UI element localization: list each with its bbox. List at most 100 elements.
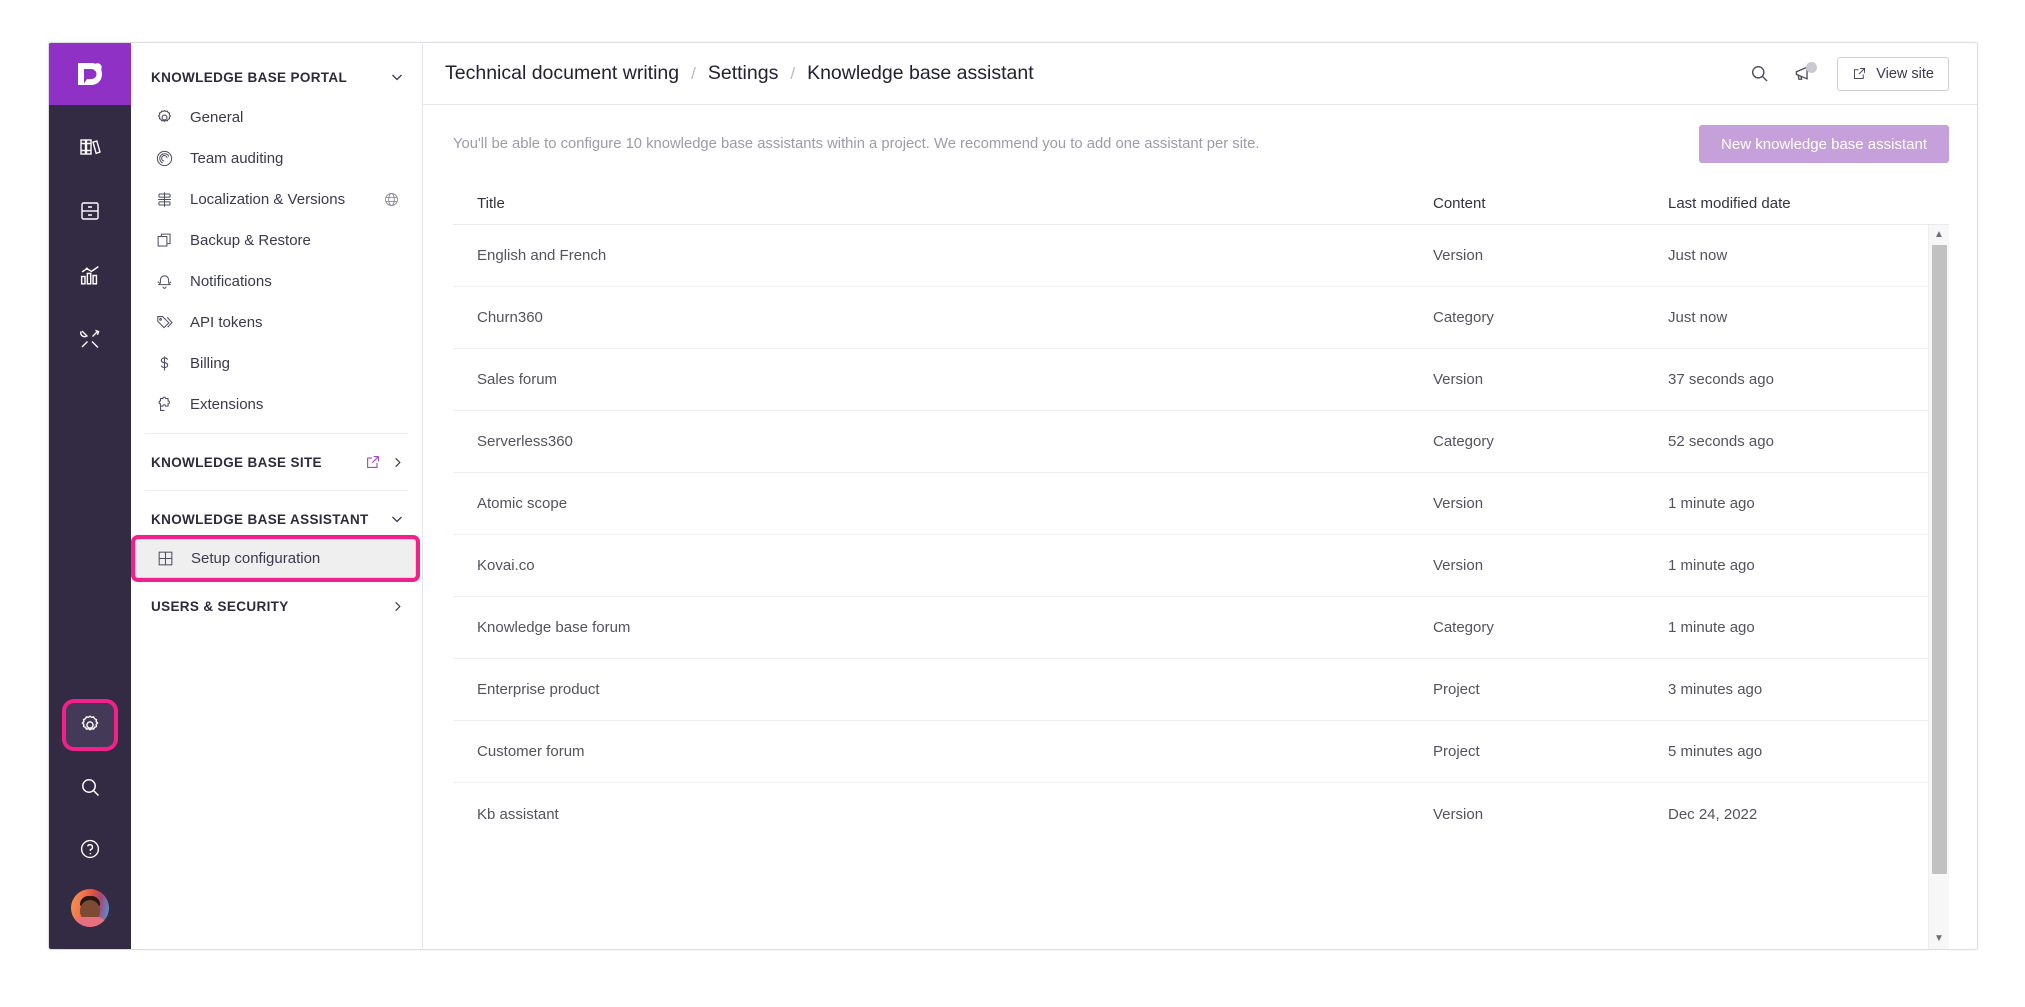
external-link-icon[interactable] <box>365 454 381 470</box>
table-row[interactable]: Churn360 Category Just now <box>453 287 1928 349</box>
chevron-down-icon[interactable] <box>390 512 404 526</box>
sidebar-group-knowledge-base-site[interactable]: KNOWLEDGE BASE SITE <box>131 442 422 482</box>
sidebar-item-label: Localization & Versions <box>190 191 346 208</box>
cell-title: Enterprise product <box>477 681 600 698</box>
column-header-content[interactable]: Content <box>1433 195 1668 212</box>
table-row[interactable]: English and French Version Just now <box>453 225 1928 287</box>
application-window: KNOWLEDGE BASE PORTAL General Team audit… <box>48 42 1978 950</box>
audit-target-icon <box>153 149 175 168</box>
cell-modified: 52 seconds ago <box>1668 433 1774 450</box>
sidebar-item-label: API tokens <box>190 314 263 331</box>
app-logo[interactable] <box>49 43 131 105</box>
globe-icon[interactable] <box>383 191 422 208</box>
avatar-face <box>74 900 106 927</box>
table-body-wrapper: English and French Version Just now Chur… <box>453 225 1949 949</box>
sidebar-group-knowledge-base-portal[interactable]: KNOWLEDGE BASE PORTAL <box>131 57 422 97</box>
table-row[interactable]: Customer forum Project 5 minutes ago <box>453 721 1928 783</box>
sidebar-item-localization-versions[interactable]: Localization & Versions <box>131 179 422 220</box>
rail-item-analytics[interactable] <box>66 253 114 297</box>
breadcrumb-section[interactable]: Settings <box>708 62 778 85</box>
cell-modified: 1 minute ago <box>1668 557 1755 574</box>
new-knowledge-base-assistant-button[interactable]: New knowledge base assistant <box>1699 125 1949 163</box>
content-panel: You'll be able to configure 10 knowledge… <box>423 105 1977 949</box>
sidebar-item-team-auditing[interactable]: Team auditing <box>131 138 422 179</box>
sidebar-item-extensions[interactable]: Extensions <box>131 384 422 425</box>
sidebar-item-general[interactable]: General <box>131 97 422 138</box>
cell-content: Version <box>1433 371 1484 388</box>
bell-icon <box>153 272 175 291</box>
rail-item-settings[interactable] <box>62 699 118 751</box>
breadcrumb-separator: / <box>790 64 796 83</box>
column-header-title[interactable]: Title <box>453 195 1433 212</box>
sidebar-item-label: Billing <box>190 355 231 372</box>
avatar[interactable] <box>71 889 109 927</box>
localization-icon <box>153 190 175 209</box>
assistants-table-body: English and French Version Just now Chur… <box>453 225 1928 949</box>
table-row[interactable]: Kovai.co Version 1 minute ago <box>453 535 1928 597</box>
sidebar-group-knowledge-base-assistant[interactable]: KNOWLEDGE BASE ASSISTANT <box>131 499 422 539</box>
file-cabinet-icon <box>81 202 99 220</box>
table-row[interactable]: Enterprise product Project 3 minutes ago <box>453 659 1928 721</box>
breadcrumb-page: Knowledge base assistant <box>807 62 1034 84</box>
cell-content: Version <box>1433 557 1484 574</box>
chevron-down-icon[interactable] <box>390 70 404 84</box>
sidebar-group-label: KNOWLEDGE BASE PORTAL <box>151 69 348 85</box>
cell-title: Sales forum <box>477 371 558 388</box>
sidebar-item-label: Setup configuration <box>191 550 321 567</box>
table-row[interactable]: Serverless360 Category 52 seconds ago <box>453 411 1928 473</box>
gear-icon <box>81 715 99 731</box>
sidebar-item-backup-restore[interactable]: Backup & Restore <box>131 220 422 261</box>
topbar-announcements-button[interactable] <box>1792 62 1818 84</box>
sidebar-item-setup-configuration[interactable]: Setup configuration <box>131 535 420 582</box>
cell-modified: Just now <box>1668 309 1728 326</box>
books-icon <box>80 139 101 155</box>
breadcrumb-separator: / <box>691 64 696 83</box>
cell-title: Kovai.co <box>477 557 535 574</box>
cell-title: Churn360 <box>477 309 543 326</box>
topbar-search-button[interactable] <box>1749 63 1770 84</box>
sidebar-item-label: Notifications <box>190 273 272 290</box>
analytics-chart-icon <box>80 265 99 285</box>
search-icon <box>1752 65 1768 82</box>
cell-title: Customer forum <box>477 743 585 760</box>
scrollbar-track[interactable] <box>1929 243 1949 931</box>
gear-icon <box>153 108 175 127</box>
scroll-up-arrow[interactable]: ▲ <box>1934 227 1944 243</box>
notice-text: You'll be able to configure 10 knowledge… <box>453 136 1260 152</box>
table-row[interactable]: Knowledge base forum Category 1 minute a… <box>453 597 1928 659</box>
cell-modified: 1 minute ago <box>1668 495 1755 512</box>
sidebar-item-label: General <box>190 109 244 126</box>
sidebar-group-users-security[interactable]: USERS & SECURITY <box>131 586 422 626</box>
chevron-right-icon[interactable] <box>391 456 404 469</box>
cell-modified: Just now <box>1668 247 1728 264</box>
cell-modified: 3 minutes ago <box>1668 681 1763 698</box>
cell-title: English and French <box>477 247 607 264</box>
sidebar-group-label: KNOWLEDGE BASE ASSISTANT <box>151 511 369 527</box>
cell-title: Knowledge base forum <box>477 619 631 636</box>
table-row[interactable]: Sales forum Version 37 seconds ago <box>453 349 1928 411</box>
search-icon <box>82 779 100 797</box>
rail-item-documentation[interactable] <box>66 125 114 169</box>
sidebar-group-label: USERS & SECURITY <box>151 598 289 614</box>
cell-content: Version <box>1433 495 1484 512</box>
question-circle-icon <box>80 839 100 859</box>
column-header-modified[interactable]: Last modified date <box>1668 195 1928 212</box>
sidebar-item-billing[interactable]: Billing <box>131 343 422 384</box>
view-site-button[interactable]: View site <box>1837 56 1949 91</box>
puzzle-icon <box>153 395 175 414</box>
rail-item-help[interactable] <box>66 827 114 871</box>
table-row[interactable]: Atomic scope Version 1 minute ago <box>453 473 1928 535</box>
settings-sidebar: KNOWLEDGE BASE PORTAL General Team audit… <box>131 43 423 949</box>
table-row[interactable]: Kb assistant Version Dec 24, 2022 <box>453 783 1928 845</box>
breadcrumb-project[interactable]: Technical document writing <box>445 62 679 85</box>
chevron-right-icon[interactable] <box>391 600 404 613</box>
sidebar-item-api-tokens[interactable]: API tokens <box>131 302 422 343</box>
table-scrollbar[interactable]: ▲ ▼ <box>1928 225 1949 949</box>
rail-item-tools[interactable] <box>66 317 114 361</box>
rail-item-search[interactable] <box>66 765 114 809</box>
scrollbar-thumb[interactable] <box>1931 245 1947 875</box>
rail-item-drive[interactable] <box>66 189 114 233</box>
scroll-down-arrow[interactable]: ▼ <box>1934 931 1944 947</box>
sidebar-divider <box>145 433 408 434</box>
sidebar-item-notifications[interactable]: Notifications <box>131 261 422 302</box>
